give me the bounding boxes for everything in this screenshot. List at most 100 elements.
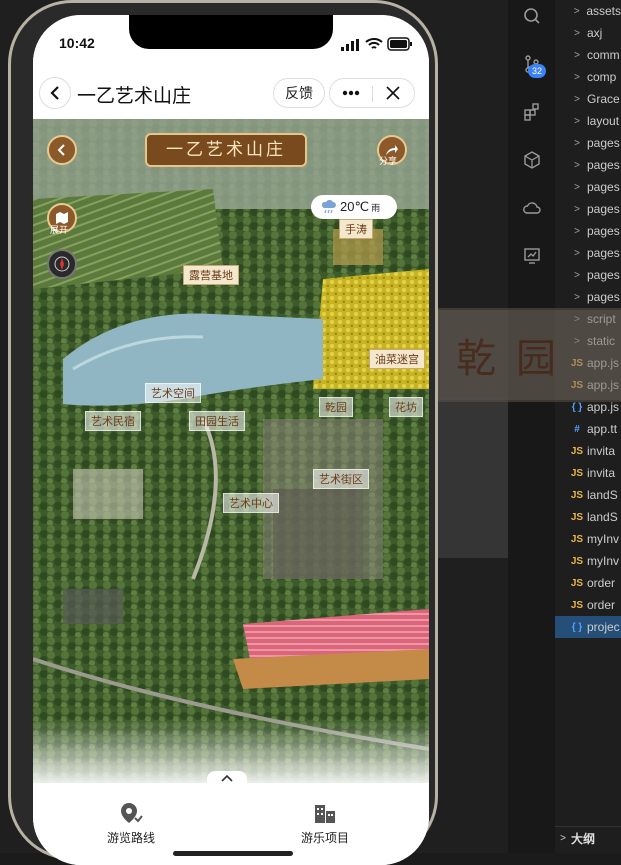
json-file-icon: { } [571,621,583,633]
rain-cloud-icon [321,200,336,214]
explorer-folder[interactable]: > assets [555,0,621,22]
explorer-item-label: order [587,598,616,612]
compass-icon [54,256,70,272]
map-title-plaque: 一乙艺术山庄 [145,133,307,167]
chevron-up-icon [221,774,233,782]
map-back-button[interactable] [47,135,77,165]
chevron-right-icon: > [574,49,580,61]
explorer-item-label: axj [587,26,603,40]
weather-temp: 20℃ [340,199,370,214]
explorer-file[interactable]: JS order [555,572,621,594]
ide-activity-bar [508,0,556,853]
back-button[interactable] [39,77,71,109]
monitor-chart-icon[interactable] [522,246,542,266]
chevron-left-icon [57,144,65,156]
chevron-right-icon: > [574,93,580,105]
poi-rural-life[interactable]: 田园生活 [189,411,245,431]
explorer-file[interactable]: JS myInv [555,550,621,572]
explorer-item-label: layout [587,114,620,128]
explorer-file[interactable]: JS landS [555,484,621,506]
file-explorer: > assets > axj > comm > comp > Grace > layout > pages… [555,0,621,853]
explorer-file[interactable]: { } projec [555,616,621,638]
poi-art-space[interactable]: 艺术空间 [145,383,201,403]
explorer-folder[interactable]: > pages [555,198,621,220]
chevron-right-icon: > [574,71,580,83]
js-file-icon: JS [570,467,584,479]
explorer-file[interactable]: JS landS [555,506,621,528]
drag-ghost-text: 乾园 [456,336,576,382]
mini-program-nav-bar: 一乙艺术山庄 反馈 [33,77,429,119]
poi-qianyuan[interactable]: 乾园 [319,397,353,417]
more-dots-icon[interactable] [342,90,360,96]
explorer-folder[interactable]: > pages [555,176,621,198]
explorer-folder[interactable]: > comm [555,44,621,66]
close-icon[interactable] [386,86,400,100]
explorer-file[interactable]: JS invita [555,462,621,484]
js-file-icon: JS [570,555,584,567]
battery-icon [387,37,412,51]
explorer-folder[interactable]: > pages [555,286,621,308]
page-title: 一乙艺术山庄 [77,86,192,107]
poi-camping[interactable]: 露营基地 [183,265,239,285]
explorer-folder[interactable]: > pages [555,264,621,286]
poi-art-homestay[interactable]: 艺术民宿 [85,411,141,431]
explorer-folder[interactable]: > pages [555,132,621,154]
explorer-item-label: landS [587,488,618,502]
feedback-button[interactable]: 反馈 [273,78,325,108]
chevron-right-icon: > [574,247,580,259]
weather-desc: 雨 [371,202,381,213]
explorer-folder[interactable]: > Grace [555,88,621,110]
explorer-folder[interactable]: > axj [555,22,621,44]
poi-art-center[interactable]: 艺术中心 [223,493,279,513]
poi-tea[interactable]: 手涛 [339,219,373,239]
expand-label: 展开 [50,225,69,235]
explorer-folder[interactable]: > pages [555,220,621,242]
outline-label: 大纲 [571,831,596,846]
explorer-item-label: Grace [587,92,620,106]
js-file-icon: JS [570,577,584,589]
js-file-icon: JS [570,599,584,611]
extensions-icon[interactable] [522,102,542,122]
tab-attractions-label: 游乐项目 [300,831,349,845]
scenic-map[interactable]: 一乙艺术山庄 分享 展开 20℃ 雨 手涛 露营基地 油菜迷宫 乾园 艺术民宿 … [33,119,429,783]
explorer-item-label: invita [587,444,616,458]
explorer-item-label: order [587,576,616,590]
chevron-right-icon: > [574,181,580,193]
explorer-item-label: pages [587,290,620,304]
hash-file-icon: # [574,423,580,435]
explorer-folder[interactable]: > layout [555,110,621,132]
poi-flower-shop[interactable]: 花坊 [389,397,423,417]
poi-art-street[interactable]: 艺术街区 [313,469,369,489]
capsule-divider [372,86,373,102]
cloud-icon[interactable] [522,198,542,218]
explorer-folder[interactable]: > comp [555,66,621,88]
compass-button[interactable] [47,249,77,279]
capsule-menu [329,78,415,108]
chevron-right-icon: > [574,159,580,171]
chevron-right-icon: > [574,291,580,303]
explorer-file[interactable]: # app.tt [555,418,621,440]
tab-tour-route[interactable]: 游览路线 [71,801,191,846]
wifi-icon [365,38,383,49]
search-icon[interactable] [522,6,542,26]
explorer-item-label: pages [587,158,620,172]
poi-rapeseed-maze[interactable]: 油菜迷宫 [369,349,425,369]
explorer-file[interactable]: JS myInv [555,528,621,550]
camera-notch [129,15,333,49]
explorer-folder[interactable]: > pages [555,242,621,264]
explorer-item-label: landS [587,510,618,524]
explorer-item-label: myInv [587,554,620,568]
explorer-item-label: invita [587,466,616,480]
chevron-right-icon: > [573,5,580,17]
explorer-folder[interactable]: > pages [555,154,621,176]
js-file-icon: JS [570,533,584,545]
tab-attractions[interactable]: 游乐项目 [265,801,385,846]
cube-icon[interactable] [522,150,542,170]
explorer-item-label: comp [587,70,617,84]
explorer-file[interactable]: JS order [555,594,621,616]
explorer-file[interactable]: JS invita [555,440,621,462]
json-file-icon: { } [571,401,583,413]
outline-section[interactable]: > 大纲 [555,826,621,849]
explorer-item-label: app.tt [587,422,618,436]
chevron-right-icon: > [574,225,580,237]
